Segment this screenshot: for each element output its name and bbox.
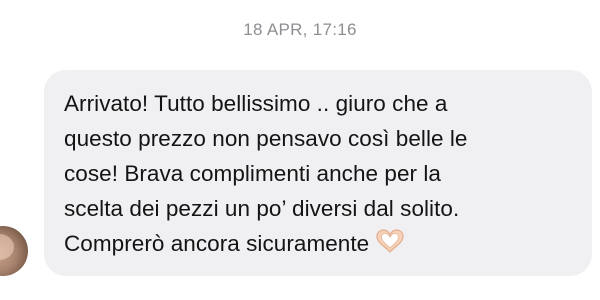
- message-line-last: Comprerò ancora sicuramente: [64, 226, 578, 264]
- sender-avatar[interactable]: [0, 226, 28, 276]
- message-text: Arrivato! Tutto bellissimo .. giuro che …: [64, 86, 578, 264]
- heart-hands-icon: [375, 228, 405, 264]
- message-timestamp: 18 APR, 17:16: [243, 20, 357, 39]
- avatar-photo-highlight: [0, 234, 14, 260]
- message-line: Comprerò ancora sicuramente: [64, 231, 370, 256]
- message-line: scelta dei pezzi un po’ diversi dal soli…: [64, 196, 460, 221]
- message-line: Arrivato! Tutto bellissimo .. giuro che …: [64, 91, 448, 116]
- message-line: questo prezzo non pensavo così belle le: [64, 126, 468, 151]
- message-bubble[interactable]: Arrivato! Tutto bellissimo .. giuro che …: [44, 70, 592, 276]
- message-line: cose! Brava complimenti anche per la: [64, 161, 441, 186]
